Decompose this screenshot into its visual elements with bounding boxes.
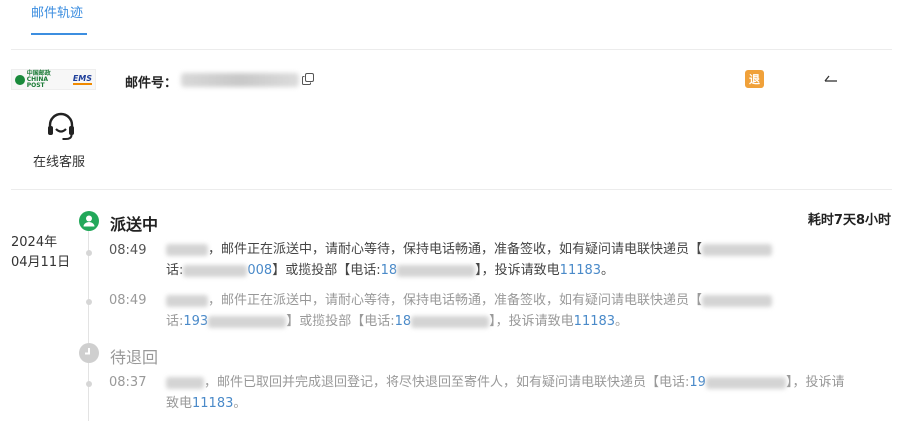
redacted-phone — [397, 264, 476, 277]
redacted-phone — [705, 376, 786, 389]
event-description: ，邮件正在派送中，请耐心等待，保持电话畅通，准备签收，如有疑问请电联快递员【 话… — [166, 290, 891, 332]
event-text: ，邮件已取回并完成退回登记，将尽快退回至寄件人，如有疑问请电联快递员【电话: — [204, 375, 690, 390]
event-text: 】或揽投部【电话: — [286, 314, 395, 329]
event-text: 】或揽投部【电话: — [272, 263, 381, 278]
divider — [11, 49, 892, 50]
event-text: 话: — [166, 314, 184, 329]
event-date: 2024年 04月11日 — [11, 233, 70, 273]
event-text: ，邮件正在派送中，请耐心等待，保持电话畅通，准备签收，如有疑问请电联快递员【 — [208, 293, 703, 308]
hotline-link[interactable]: 11183 — [192, 396, 233, 411]
branch-phone[interactable]: 18 — [381, 263, 398, 278]
branch-phone[interactable]: 18 — [395, 314, 412, 329]
courier-phone[interactable]: 193 — [183, 314, 208, 329]
courier-phone[interactable]: 008 — [247, 263, 272, 278]
china-post-wordmark: 中国邮政 CHINA POST — [26, 69, 51, 89]
mail-number-value — [181, 73, 299, 87]
elapsed-duration: 耗时7天8小时 — [807, 213, 891, 228]
status-title-delivering: 派送中 — [110, 215, 159, 234]
hotline-link[interactable]: 11183 — [574, 314, 615, 329]
redacted-phone — [183, 264, 248, 277]
timeline-dot — [86, 250, 92, 256]
tab-mail-track[interactable]: 邮件轨迹 — [31, 2, 83, 21]
event-time: 08:49 — [109, 243, 147, 258]
event-text: 】，投诉请致电 — [475, 263, 560, 278]
event-text: 】，投诉请致电 — [489, 314, 574, 329]
redacted-name — [166, 376, 204, 389]
online-service-label[interactable]: 在线客服 — [33, 151, 85, 170]
divider — [11, 189, 892, 190]
carrier-logo: 中国邮政 CHINA POST EMS — [11, 69, 96, 90]
timeline-line — [88, 231, 89, 343]
event-text: ，邮件正在派送中，请耐心等待，保持电话畅通，准备签收，如有疑问请电联快递员【 — [208, 242, 703, 257]
headset-icon[interactable] — [45, 111, 77, 143]
event-text: 致电 — [166, 396, 193, 411]
tab-active-underline — [31, 33, 87, 35]
mail-number-label: 邮件号： — [125, 76, 178, 91]
back-arrow-icon[interactable] — [824, 73, 838, 83]
redacted-name — [166, 243, 208, 256]
event-time: 08:37 — [109, 375, 147, 390]
event-time: 08:49 — [109, 293, 147, 308]
return-badge: 退 — [745, 70, 764, 88]
china-post-logo: 中国邮政 CHINA POST — [15, 69, 67, 89]
check-person-icon — [83, 215, 95, 227]
status-title-pending-return: 待退回 — [110, 348, 159, 367]
courier-phone[interactable]: 19 — [689, 375, 706, 390]
redacted-courier — [702, 243, 773, 256]
redacted-phone — [208, 315, 287, 328]
clock-icon — [85, 348, 90, 355]
redacted-name — [166, 294, 208, 307]
event-text: 。 — [233, 396, 247, 411]
ems-wordmark: EMS — [72, 73, 92, 85]
event-text: 。 — [601, 263, 615, 278]
redacted-courier — [702, 294, 773, 307]
redacted-phone — [411, 315, 490, 328]
event-description: ，邮件已取回并完成退回登记，将尽快退回至寄件人，如有疑问请电联快递员【电话:19… — [166, 372, 891, 414]
event-text: 。 — [615, 314, 629, 329]
copy-icon[interactable] — [302, 73, 314, 85]
event-date-day: 04月11日 — [11, 255, 71, 270]
event-text: 话: — [166, 263, 184, 278]
event-description: ，邮件正在派送中，请耐心等待，保持电话畅通，准备签收，如有疑问请电联快递员【 话… — [166, 239, 891, 281]
event-text: 】，投诉请 — [785, 375, 845, 390]
hotline-link[interactable]: 11183 — [560, 263, 601, 278]
timeline-dot — [86, 299, 92, 305]
event-date-year: 2024年 — [11, 235, 58, 250]
status-pending-return-icon — [79, 343, 99, 363]
timeline-dot — [86, 381, 92, 387]
china-post-mark-icon — [15, 74, 25, 85]
status-delivering-icon — [79, 211, 99, 231]
timeline-line — [88, 363, 89, 421]
